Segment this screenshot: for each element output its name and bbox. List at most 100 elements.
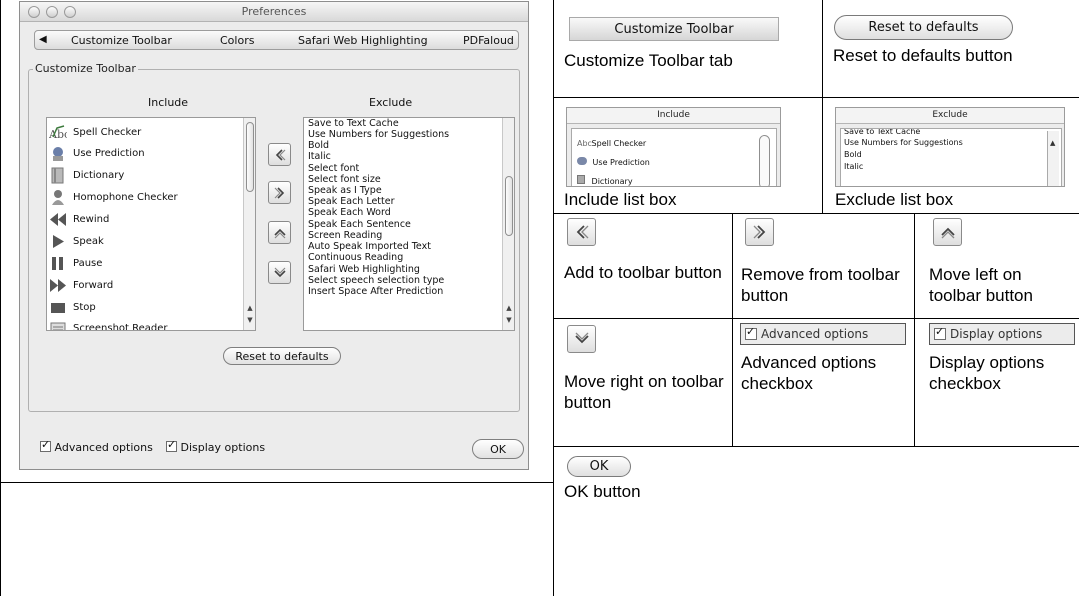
list-item[interactable]: Select speech selection type <box>308 275 444 286</box>
list-item[interactable]: Use Prediction <box>49 142 145 164</box>
include-item-label: Rewind <box>73 213 110 225</box>
list-item[interactable]: Select font <box>308 163 359 174</box>
list-item[interactable]: Screenshot Reader <box>49 317 168 330</box>
ok-button[interactable]: OK <box>472 439 524 459</box>
double-chevron-right-icon <box>753 225 765 239</box>
add-to-toolbar-button[interactable] <box>268 143 291 166</box>
list-item[interactable]: Homophone Checker <box>49 186 178 208</box>
list-item[interactable]: Continuous Reading <box>308 252 403 263</box>
spell-checker-icon: Abc <box>49 124 67 141</box>
list-item[interactable]: Insert Space After Prediction <box>308 286 443 297</box>
forward-icon <box>49 277 67 294</box>
double-chevron-right-icon <box>274 186 284 199</box>
screenshot-reader-icon <box>49 320 67 330</box>
list-item[interactable]: Bold <box>308 140 329 151</box>
caption-advanced-checkbox: Advanced options checkbox <box>741 353 877 393</box>
display-options-checkbox[interactable]: Display options <box>166 438 265 454</box>
caption-remove-button: Remove from toolbar button <box>741 265 900 305</box>
customize-toolbar-tab-example: Customize Toolbar <box>569 17 779 41</box>
list-item[interactable]: Auto Speak Imported Text <box>308 241 431 252</box>
tab-safari-web-highlighting[interactable]: Safari Web Highlighting <box>298 34 428 47</box>
checkbox-checked-icon <box>934 325 946 340</box>
list-item[interactable]: Speak Each Word <box>308 207 391 218</box>
exclude-header: Exclude <box>369 96 413 109</box>
tab-colors[interactable]: Colors <box>220 34 254 47</box>
title-bar: Preferences <box>20 2 528 22</box>
tab-bar: ◀ Customize Toolbar Colors Safari Web Hi… <box>34 30 519 50</box>
scroll-down-icon[interactable]: ▼ <box>504 316 514 324</box>
table-rule-1 <box>554 97 1079 98</box>
include-header-example: Include <box>567 108 780 124</box>
include-list-example-body: Abc Spell Checker Use Prediction Diction… <box>571 128 777 186</box>
homophone-icon <box>49 189 67 206</box>
list-item[interactable]: Save to Text Cache <box>308 118 399 129</box>
include-item-label: Stop <box>73 301 96 313</box>
scroll-up-icon[interactable]: ▲ <box>504 304 514 312</box>
exclude-list-example: Exclude Save to Text Cache Use Numbers f… <box>835 107 1065 187</box>
list-item[interactable]: Dictionary <box>49 164 124 186</box>
include-list-box[interactable]: Abc Spell Checker Use Prediction Diction… <box>46 117 256 331</box>
reset-to-defaults-example: Reset to defaults <box>834 15 1013 40</box>
caption-ok-button: OK button <box>564 482 641 501</box>
include-item-label: Spell Checker <box>73 126 142 138</box>
reset-to-defaults-button[interactable]: Reset to defaults <box>223 347 341 365</box>
list-item[interactable]: Rewind <box>49 208 109 230</box>
list-item[interactable]: Screen Reading <box>308 230 382 241</box>
list-item[interactable]: Select font size <box>308 174 381 185</box>
list-item[interactable]: Safari Web Highlighting <box>308 264 420 275</box>
svg-text:Abc: Abc <box>49 128 67 141</box>
move-left-on-toolbar-example <box>933 218 962 246</box>
include-scrollbar[interactable]: ▲ ▼ <box>243 118 255 330</box>
exclude-list-box[interactable]: Save to Text Cache Use Numbers for Sugge… <box>303 117 515 331</box>
list-item[interactable]: Speak Each Sentence <box>308 219 411 230</box>
include-scroll-thumb[interactable] <box>246 122 254 192</box>
group-title: Customize Toolbar <box>33 62 138 75</box>
exclude-scrollbar-example: ▲ <box>1047 131 1059 186</box>
table-rule-4 <box>554 446 1079 447</box>
scroll-down-icon[interactable]: ▼ <box>245 316 255 324</box>
list-item[interactable]: Speak Each Letter <box>308 196 395 207</box>
preferences-window: Preferences ◀ Customize Toolbar Colors S… <box>19 1 529 470</box>
list-item[interactable]: Italic <box>308 151 331 162</box>
list-item[interactable]: Use Numbers for Suggestions <box>308 129 449 140</box>
double-chevron-up-icon <box>273 228 286 238</box>
checkbox-checked-icon <box>166 438 177 452</box>
item-label: Spell Checker <box>591 139 647 148</box>
caption-reset-button: Reset to defaults button <box>833 46 1013 65</box>
pause-icon <box>49 255 67 272</box>
include-item-label: Dictionary <box>73 169 125 181</box>
move-right-on-toolbar-button[interactable] <box>268 261 291 284</box>
remove-from-toolbar-example <box>745 218 774 246</box>
tab-pdfaloud[interactable]: PDFaloud <box>463 34 514 47</box>
display-options-example: Display options <box>929 323 1075 345</box>
list-item[interactable]: Speak <box>49 230 104 252</box>
caption-display-checkbox: Display options checkbox <box>929 353 1045 393</box>
advanced-options-label: Advanced options <box>54 441 153 454</box>
double-chevron-left-icon <box>275 148 285 161</box>
display-options-example-label: Display options <box>950 327 1043 341</box>
scroll-up-icon: ▲ <box>1050 139 1056 147</box>
list-item[interactable]: Speak as I Type <box>308 185 382 196</box>
move-left-on-toolbar-button[interactable] <box>268 221 291 244</box>
exclude-scroll-thumb[interactable] <box>505 176 513 236</box>
list-item: Save to Text Cache <box>844 128 921 136</box>
remove-from-toolbar-button[interactable] <box>268 181 291 204</box>
tab-scroll-left-icon[interactable]: ◀ <box>39 34 47 45</box>
scroll-up-icon[interactable]: ▲ <box>245 304 255 312</box>
item-label: Dictionary <box>591 177 633 186</box>
stop-icon <box>49 299 67 316</box>
list-item[interactable]: Stop <box>49 296 96 318</box>
caption-customize-toolbar-tab: Customize Toolbar tab <box>564 51 733 70</box>
ok-button-example: OK <box>567 456 631 477</box>
list-item[interactable]: Pause <box>49 252 102 274</box>
exclude-list-example-body: Save to Text Cache Use Numbers for Sugge… <box>840 128 1062 186</box>
list-item[interactable]: Forward <box>49 274 113 296</box>
advanced-options-checkbox[interactable]: Advanced options <box>40 438 153 454</box>
add-to-toolbar-example <box>567 218 596 246</box>
list-item: Italic <box>844 162 864 171</box>
exclude-scrollbar[interactable]: ▲ ▼ <box>502 118 514 330</box>
tab-customize-toolbar[interactable]: Customize Toolbar <box>71 34 172 47</box>
window-title: Preferences <box>241 5 307 18</box>
list-item: Dictionary <box>577 175 633 186</box>
list-item[interactable]: Abc Spell Checker <box>49 121 141 143</box>
